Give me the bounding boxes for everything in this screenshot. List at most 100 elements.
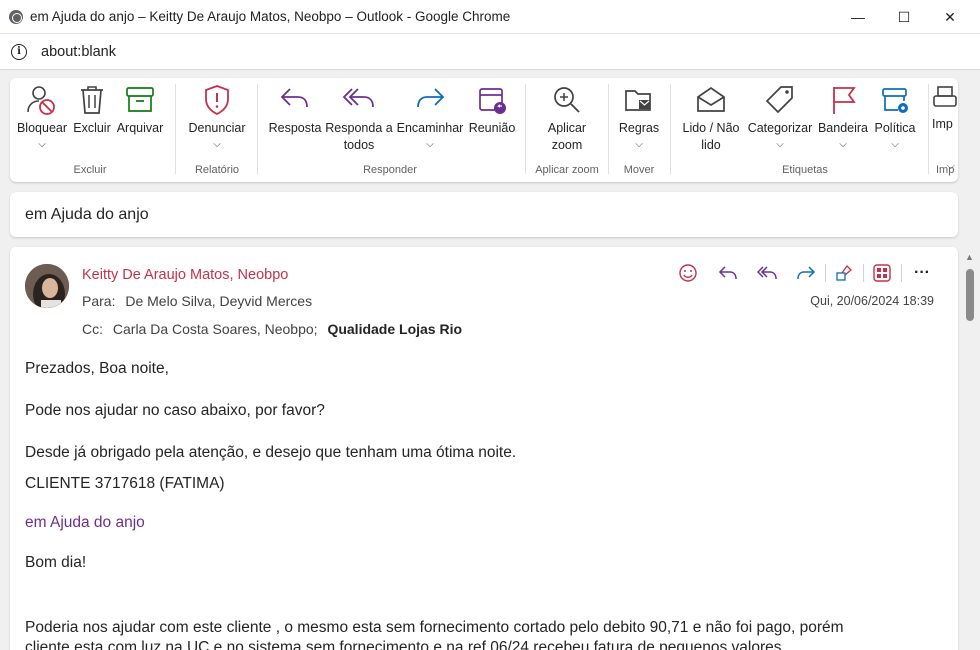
aplicar-zoom-button[interactable]: Aplicar zoom — [534, 84, 600, 154]
reply-all-action[interactable] — [755, 261, 779, 285]
aplicar-zoom-label: Aplicar — [547, 121, 587, 135]
aplicar-zoom-label-2: zoom — [551, 138, 583, 152]
flag-icon — [833, 87, 856, 114]
url-field[interactable]: about:blank — [41, 44, 116, 60]
politica-label: Política — [874, 121, 916, 135]
avatar-photo-icon — [25, 264, 69, 308]
arquivar-button[interactable]: Arquivar — [113, 84, 167, 137]
arquivar-label: Arquivar — [116, 121, 164, 135]
categorizar-button[interactable]: Categorizar ⌵ — [745, 84, 815, 150]
reply-action[interactable] — [716, 261, 740, 285]
print-icon — [933, 86, 957, 107]
close-button[interactable]: ✕ — [927, 0, 973, 34]
ribbon-divider — [257, 84, 258, 174]
envelope-open-icon — [697, 86, 725, 112]
chevron-down-icon: ⌵ — [426, 139, 434, 150]
politica-button[interactable]: Política ⌵ — [868, 84, 922, 150]
lido-label-2: lido — [701, 138, 721, 152]
group-label-aplicar-zoom: Aplicar zoom — [535, 164, 599, 176]
group-label-etiquetas: Etiquetas — [782, 164, 828, 176]
trash-icon — [81, 86, 103, 114]
cc-recipient[interactable]: Carla Da Costa Soares, Neobpo; — [113, 321, 318, 337]
responda-todos-label-2: todos — [343, 138, 375, 152]
cc-line: Cc: Carla Da Costa Soares, Neobpo; Quali… — [82, 321, 462, 337]
cc-recipient-bold[interactable]: Qualidade Lojas Rio — [327, 321, 462, 337]
forward-action[interactable] — [794, 261, 818, 285]
apps-button[interactable] — [870, 261, 894, 285]
responda-todos-button[interactable]: Responda a todos — [323, 84, 395, 154]
ribbon-toolbar: Bloquear ⌵ Excluir Arquivar Excluir Denu… — [10, 78, 958, 182]
reuniao-label: Reunião — [468, 121, 516, 135]
chevron-down-icon: ⌵ — [635, 139, 643, 150]
sender-name[interactable]: Keitty De Araujo Matos, Neobpo — [82, 267, 288, 283]
imp-label: Imp — [932, 117, 953, 131]
window-title: em Ajuda do anjo – Keitty De Araujo Mato… — [30, 9, 511, 24]
body-paragraph: CLIENTE 3717618 (FATIMA) — [25, 475, 225, 492]
block-user-icon — [27, 86, 55, 115]
reuniao-button[interactable]: Reunião — [465, 84, 519, 137]
body-paragraph: cliente esta com luz na UC e no sistema … — [25, 639, 782, 650]
reply-all-icon — [342, 88, 374, 108]
globe-icon — [9, 9, 23, 24]
ribbon-expand-chevron[interactable]: ⌵ — [947, 160, 955, 173]
addin-icon — [836, 264, 852, 281]
actions-divider — [863, 264, 864, 282]
denunciar-button[interactable]: Denunciar ⌵ — [183, 84, 251, 150]
apps-grid-icon — [873, 264, 891, 282]
imp-button[interactable]: Imp — [932, 84, 958, 133]
encaminhar-label: Encaminhar — [396, 121, 464, 135]
reply-icon — [280, 88, 308, 108]
forward-icon — [797, 266, 816, 280]
vertical-scrollbar[interactable]: ▲ — [960, 247, 980, 650]
ribbon-divider — [608, 84, 609, 174]
avatar[interactable] — [25, 264, 69, 308]
forward-icon — [417, 88, 445, 108]
info-icon[interactable]: i — [11, 43, 27, 60]
excluir-label: Excluir — [73, 121, 111, 135]
reply-icon — [718, 266, 737, 280]
excluir-button[interactable]: Excluir — [68, 84, 116, 137]
ribbon-divider — [928, 84, 929, 174]
more-options-button[interactable]: ··· — [910, 261, 934, 285]
to-recipient[interactable]: De Melo Silva, Deyvid Merces — [125, 293, 312, 309]
chevron-down-icon: ⌵ — [839, 139, 847, 150]
minimize-button[interactable]: — — [835, 0, 881, 34]
encaminhar-button[interactable]: Encaminhar ⌵ — [395, 84, 465, 150]
categorizar-label: Categorizar — [747, 121, 813, 135]
ribbon-divider — [670, 84, 671, 174]
lido-label: Lido / Não — [682, 121, 740, 135]
chevron-down-icon: ⌵ — [776, 139, 784, 150]
tag-icon — [765, 86, 793, 114]
scroll-up-arrow[interactable]: ▲ — [965, 252, 974, 262]
emoji-button[interactable] — [676, 261, 700, 285]
reply-all-icon — [757, 266, 777, 280]
regras-button[interactable]: Regras ⌵ — [613, 84, 665, 150]
group-label-responder: Responder — [363, 164, 417, 176]
message-subject: em Ajuda do anjo — [10, 192, 958, 237]
bloquear-button[interactable]: Bloquear ⌵ — [12, 84, 72, 150]
scrollbar-thumb[interactable] — [966, 269, 974, 321]
group-label-relatorio: Relatório — [194, 164, 240, 176]
maximize-button[interactable]: ☐ — [881, 0, 927, 34]
emoji-icon — [679, 264, 697, 282]
chevron-down-icon: ⌵ — [891, 139, 899, 150]
lido-nao-lido-button[interactable]: Lido / Não lido — [677, 84, 745, 154]
group-label-mover: Mover — [623, 164, 655, 176]
body-paragraph: Bom dia! — [25, 554, 87, 571]
ribbon-divider — [525, 84, 526, 174]
bloquear-label: Bloquear — [16, 121, 68, 135]
resposta-button[interactable]: Resposta — [265, 84, 325, 137]
bandeira-button[interactable]: Bandeira ⌵ — [815, 84, 871, 150]
actions-divider — [825, 264, 826, 282]
archive-icon — [126, 87, 154, 112]
body-paragraph: Prezados, Boa noite, — [25, 360, 169, 377]
chevron-down-icon: ⌵ — [38, 139, 46, 150]
actions-divider — [901, 264, 902, 282]
to-label: Para: — [82, 293, 116, 309]
zoom-in-icon — [554, 87, 580, 113]
calendar-reply-icon — [479, 88, 506, 114]
reading-pane: Keitty De Araujo Matos, Neobpo Para: De … — [10, 247, 958, 650]
body-paragraph: Poderia nos ajudar com este cliente , o … — [25, 619, 844, 636]
addin-button[interactable] — [832, 261, 856, 285]
denunciar-label: Denunciar — [188, 121, 246, 135]
